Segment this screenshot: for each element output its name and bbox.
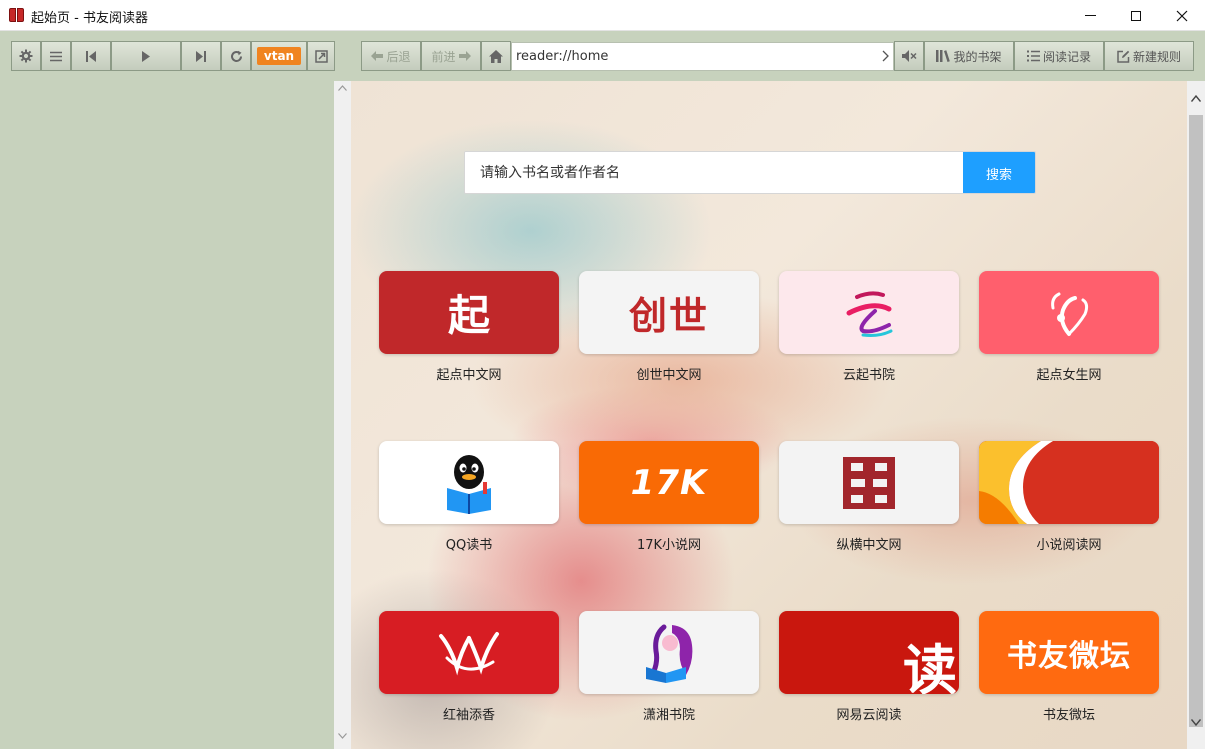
hongxiu-logo-icon xyxy=(439,631,499,676)
menu-icon xyxy=(50,51,62,61)
arrow-left-icon xyxy=(371,51,384,61)
site-label[interactable]: 潇湘书院 xyxy=(579,704,759,723)
xiaoxiang-logo-icon xyxy=(646,624,693,683)
refresh-icon xyxy=(230,50,242,62)
reading-history-button[interactable]: 阅读记录 xyxy=(1014,41,1104,71)
title-bar: 起始页 - 书友阅读器 xyxy=(0,0,1205,31)
refresh-button[interactable] xyxy=(221,41,251,71)
17k-logo: 17K xyxy=(630,462,708,503)
back-button[interactable]: 后退 xyxy=(361,41,421,71)
site-label[interactable]: 创世中文网 xyxy=(579,364,759,383)
scrollbar-thumb[interactable] xyxy=(1189,115,1203,727)
reading-history-label: 阅读记录 xyxy=(1042,49,1091,64)
site-tile-hongxiu[interactable] xyxy=(379,611,559,694)
site-label[interactable]: 起点中文网 xyxy=(379,364,559,383)
readnovel-logo-icon xyxy=(979,441,1159,524)
search-bar: 搜索 xyxy=(464,151,1036,194)
mute-icon xyxy=(901,50,917,62)
maximize-button[interactable] xyxy=(1113,0,1159,31)
forward-button[interactable]: 前进 xyxy=(421,41,481,71)
vtan-button[interactable]: vtan xyxy=(251,41,307,71)
shuyou-logo: 书友微坛 xyxy=(1007,638,1131,674)
vtan-logo: vtan xyxy=(257,47,301,65)
next-chapter-button[interactable] xyxy=(181,41,221,71)
side-panel xyxy=(0,81,334,749)
zongheng-logo-icon xyxy=(843,456,895,509)
book-icon xyxy=(9,8,25,22)
forward-label: 前进 xyxy=(431,49,456,64)
maximize-icon xyxy=(1131,10,1141,21)
skip-back-icon xyxy=(86,50,96,62)
site-label[interactable]: 纵横中文网 xyxy=(779,534,959,553)
menu-button[interactable] xyxy=(41,41,71,71)
arrow-right-icon xyxy=(458,51,471,61)
qidian-female-logo-icon xyxy=(1051,292,1089,336)
site-label[interactable]: 小说阅读网 xyxy=(979,534,1159,553)
skip-forward-icon xyxy=(196,50,206,62)
bookshelf-button[interactable]: 我的书架 xyxy=(924,41,1014,71)
site-tile-qidian-female[interactable] xyxy=(979,271,1159,354)
site-label[interactable]: 网易云阅读 xyxy=(779,704,959,723)
side-panel-scrollbar[interactable] xyxy=(334,81,351,749)
site-tile-shuyou[interactable]: 书友微坛 xyxy=(979,611,1159,694)
site-label[interactable]: 红袖添香 xyxy=(379,704,559,723)
penguin-reading-icon xyxy=(447,454,491,514)
chuangshi-logo: 创世 xyxy=(628,294,709,338)
new-rule-button[interactable]: 新建规则 xyxy=(1104,41,1194,71)
play-icon xyxy=(142,50,150,62)
page-scrollbar[interactable] xyxy=(1187,81,1205,749)
home-page: 搜索 起 起点中文网 创世 创世中文网 云起书院 起点女生网 xyxy=(351,81,1187,749)
site-tile-qq-reading[interactable] xyxy=(379,441,559,524)
site-tile-readnovel[interactable] xyxy=(979,441,1159,524)
edit-icon xyxy=(1117,50,1130,63)
site-tile-yunqi[interactable] xyxy=(779,271,959,354)
play-button[interactable] xyxy=(111,41,181,71)
gear-icon xyxy=(19,49,33,63)
address-bar[interactable] xyxy=(511,42,894,71)
scroll-up-icon[interactable] xyxy=(338,85,347,91)
site-tile-netease[interactable]: 读 xyxy=(779,611,959,694)
chevron-right-icon[interactable] xyxy=(882,50,889,62)
minimize-button[interactable] xyxy=(1067,0,1113,31)
external-open-button[interactable] xyxy=(307,41,335,71)
scroll-down-icon[interactable] xyxy=(338,733,347,739)
toolbar: vtan 后退 前进 我的书架 xyxy=(0,31,1205,81)
settings-button[interactable] xyxy=(11,41,41,71)
site-tile-chuangshi[interactable]: 创世 xyxy=(579,271,759,354)
mute-button[interactable] xyxy=(894,41,924,71)
site-tile-zongheng[interactable] xyxy=(779,441,959,524)
scroll-up-icon[interactable] xyxy=(1191,95,1201,102)
list-icon xyxy=(1026,50,1040,62)
site-tile-xiaoxiang[interactable] xyxy=(579,611,759,694)
minimize-icon xyxy=(1084,15,1096,16)
close-button[interactable] xyxy=(1159,0,1205,31)
search-input[interactable] xyxy=(465,152,963,193)
home-icon xyxy=(489,49,503,63)
new-rule-label: 新建规则 xyxy=(1132,49,1181,64)
previous-chapter-button[interactable] xyxy=(71,41,111,71)
external-link-icon xyxy=(314,49,328,63)
site-label[interactable]: 云起书院 xyxy=(779,364,959,383)
search-button[interactable]: 搜索 xyxy=(963,152,1035,193)
back-label: 后退 xyxy=(386,49,411,64)
address-input[interactable] xyxy=(512,43,862,70)
site-label[interactable]: 17K小说网 xyxy=(579,534,759,553)
site-label[interactable]: 起点女生网 xyxy=(979,364,1159,383)
site-tile-17k[interactable]: 17K xyxy=(579,441,759,524)
bookshelf-label: 我的书架 xyxy=(953,49,1002,64)
netease-logo: 读 xyxy=(903,638,957,694)
bookshelf-icon xyxy=(936,50,951,62)
close-icon xyxy=(1176,10,1188,21)
site-label[interactable]: QQ读书 xyxy=(379,534,559,553)
scroll-down-icon[interactable] xyxy=(1191,719,1201,726)
site-label[interactable]: 书友微坛 xyxy=(979,704,1159,723)
site-tile-qidian[interactable]: 起 xyxy=(379,271,559,354)
qidian-logo: 起 xyxy=(447,291,490,340)
yunqi-logo-icon xyxy=(846,290,893,337)
window-title: 起始页 - 书友阅读器 xyxy=(31,11,148,26)
home-button[interactable] xyxy=(481,41,511,71)
